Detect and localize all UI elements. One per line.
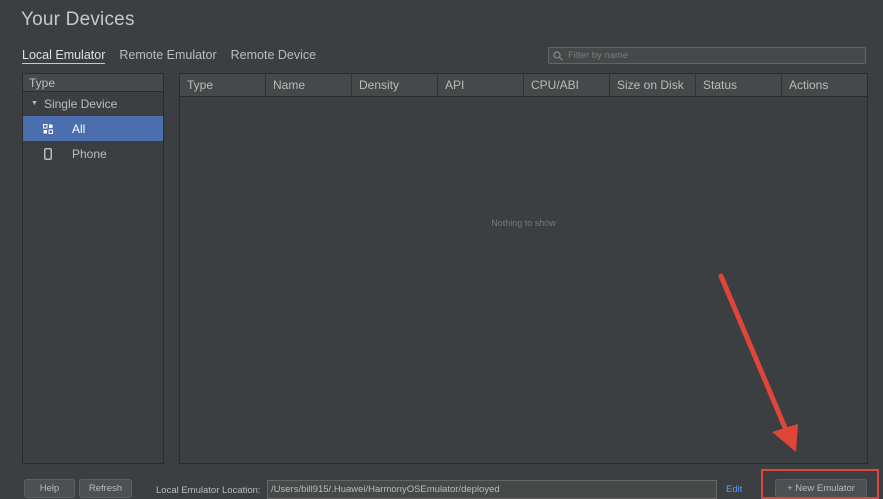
sidebar-item-label: Phone — [72, 146, 107, 161]
type-panel-header: Type — [23, 74, 163, 92]
footer-bar: Help Refresh Local Emulator Location: /U… — [0, 476, 883, 499]
column-header-api[interactable]: API — [438, 74, 524, 96]
page-title: Your Devices — [21, 9, 135, 30]
column-header-cpu-abi[interactable]: CPU/ABI — [524, 74, 610, 96]
empty-state-text: Nothing to show — [491, 218, 556, 228]
emulator-location-field[interactable]: /Users/bill915/.Huawei/HarmonyOSEmulator… — [267, 480, 717, 499]
search-icon — [553, 50, 563, 61]
tab-remote-emulator[interactable]: Remote Emulator — [119, 48, 216, 64]
column-header-type[interactable]: Type — [180, 74, 266, 96]
tab-local-emulator[interactable]: Local Emulator — [22, 48, 106, 64]
sidebar-item-all[interactable]: All — [23, 116, 163, 141]
sidebar-item-phone[interactable]: Phone — [23, 141, 163, 166]
tab-remote-device[interactable]: Remote Device — [231, 48, 316, 64]
column-header-status[interactable]: Status — [696, 74, 782, 96]
table-header: Type Name Density API CPU/ABI Size on Di… — [180, 74, 867, 97]
edit-location-link[interactable]: Edit — [726, 484, 742, 495]
column-header-name[interactable]: Name — [266, 74, 352, 96]
column-header-actions[interactable]: Actions — [782, 74, 867, 96]
tab-bar: Local Emulator Remote Emulator Remote De… — [22, 48, 316, 64]
search-input[interactable] — [568, 50, 858, 61]
annotation-highlight-box — [761, 469, 879, 499]
refresh-button[interactable]: Refresh — [79, 479, 132, 498]
group-label: Single Device — [43, 97, 118, 111]
location-label: Local Emulator Location: — [156, 485, 261, 496]
devices-table: Type Name Density API CPU/ABI Size on Di… — [179, 73, 868, 464]
column-header-density[interactable]: Density — [352, 74, 438, 96]
device-type-panel: Type ▼ Single Device All Phone — [22, 73, 164, 464]
help-button[interactable]: Help — [24, 479, 75, 498]
all-devices-icon — [43, 122, 53, 135]
single-device-group[interactable]: ▼ Single Device — [23, 92, 163, 116]
column-header-size-on-disk[interactable]: Size on Disk — [610, 74, 696, 96]
search-box[interactable] — [548, 47, 866, 64]
phone-icon — [43, 147, 53, 160]
sidebar-item-label: All — [72, 121, 86, 136]
expand-triangle-icon[interactable]: ▼ — [31, 92, 38, 116]
